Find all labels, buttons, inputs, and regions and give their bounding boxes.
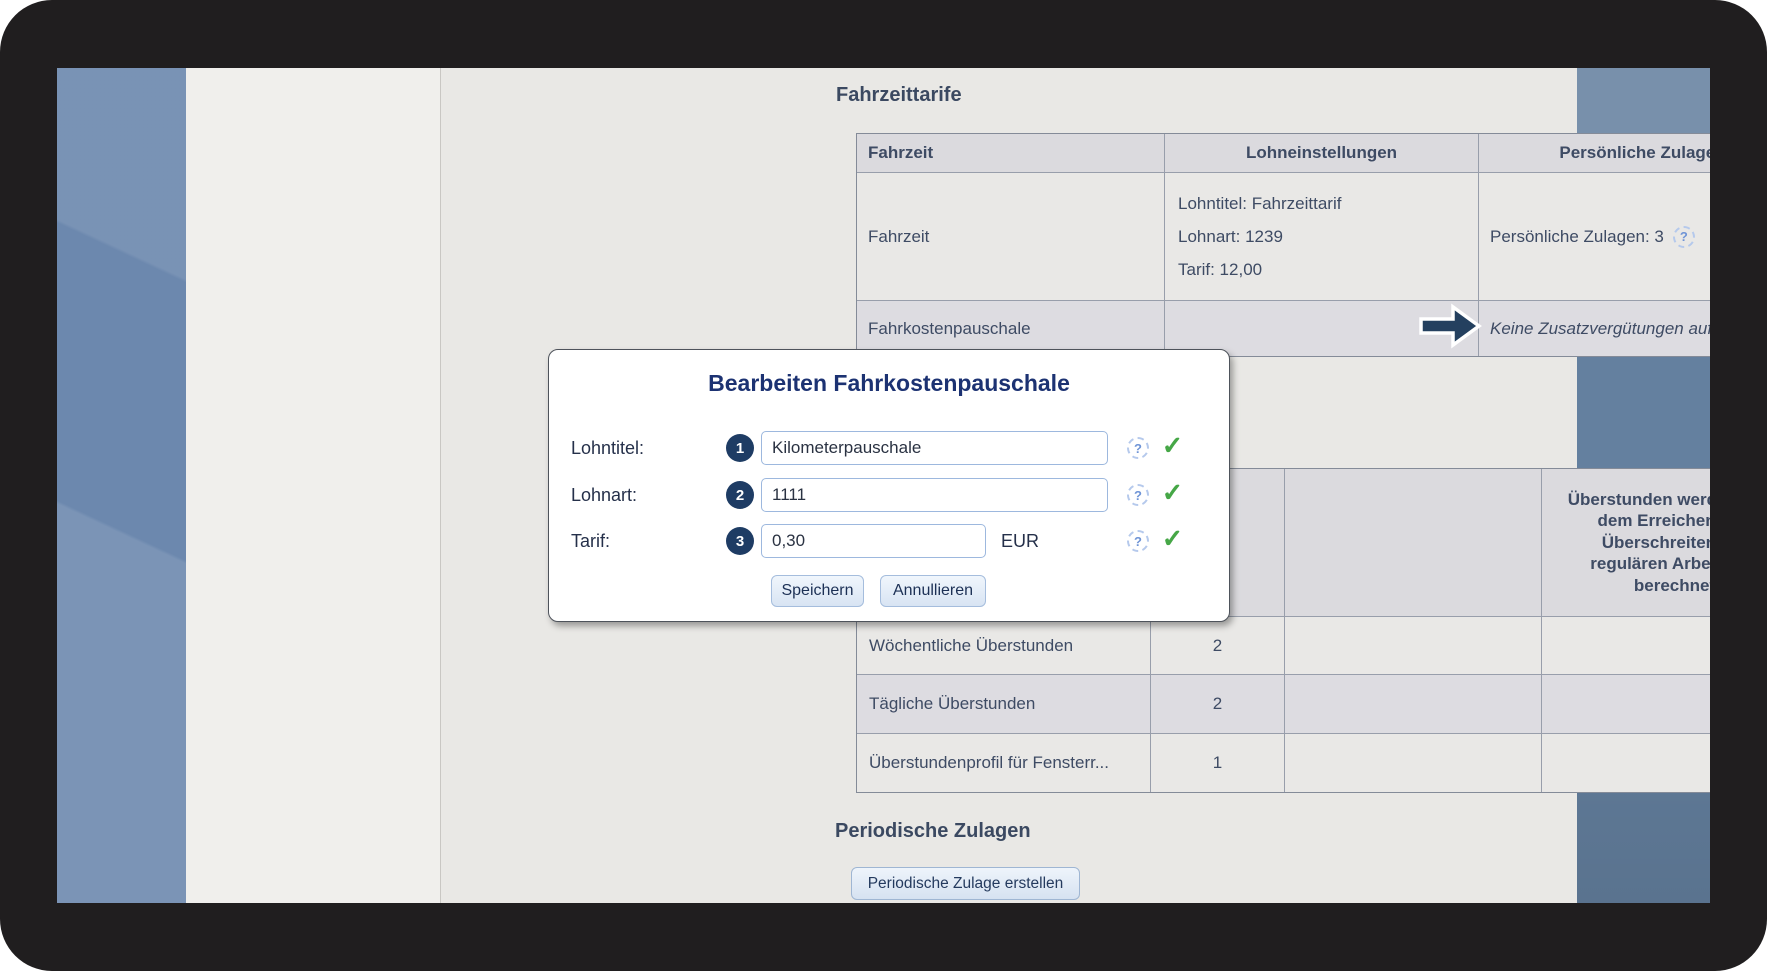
lohntitel-input[interactable]: [761, 431, 1108, 465]
annotation-arrow-icon: [1419, 303, 1482, 349]
help-icon[interactable]: ?: [1127, 484, 1149, 506]
column-header-overtime-rule: Überstunden werden nach dem Erreichen un…: [1542, 469, 1710, 617]
sidebar-strip: [186, 68, 441, 903]
column-header: Fahrzeit: [857, 134, 1165, 173]
cell-count: 1: [1151, 734, 1285, 792]
cell-fahrzeit-name: Fahrzeit: [857, 173, 1165, 301]
column-header: Lohneinstellungen: [1165, 134, 1479, 173]
lohnart-label: Lohnart:: [571, 485, 638, 505]
cell-empty: [1285, 675, 1542, 734]
cell-empty: [1542, 617, 1710, 675]
save-button[interactable]: Speichern: [771, 575, 864, 607]
cell-profile-name: Überstundenprofil für Fensterr...: [857, 734, 1151, 792]
cell-empty: [1542, 675, 1710, 734]
cell-fahrkostenpauschale-name: Fahrkostenpauschale: [857, 301, 1165, 356]
cell-profile-name: Tägliche Überstunden: [857, 675, 1151, 734]
lohnart-line: Lohnart: 1239: [1178, 227, 1283, 246]
fahrzeittarife-table: Fahrzeit Lohneinstellungen Persönliche Z…: [856, 133, 1710, 357]
tarif-label: Tarif:: [571, 531, 611, 551]
edit-fahrkostenpauschale-modal: Bearbeiten Fahrkostenpauschale Lohntitel…: [548, 349, 1230, 622]
cell-empty: [1542, 734, 1710, 792]
step-badge-1: 1: [726, 434, 754, 462]
lohntitel-label: Lohntitel:: [571, 438, 645, 458]
help-icon[interactable]: ?: [1127, 530, 1149, 552]
tarif-line: Tarif: 12,00: [1178, 260, 1263, 279]
cell-lohneinstellungen: Lohntitel: Fahrzeittarif Lohnart: 1239 T…: [1165, 173, 1479, 301]
cell-zulagen-note: Keine Zusatzvergütungen auferlegt: [1479, 301, 1710, 356]
zulagen-count-text: Persönliche Zulagen: 3: [1490, 226, 1664, 246]
step-badge-3: 3: [726, 527, 754, 555]
cell-count: 2: [1151, 617, 1285, 675]
help-icon[interactable]: ?: [1127, 437, 1149, 459]
valid-check-icon: ✓: [1161, 432, 1183, 460]
column-header: Persönliche Zulagen: [1479, 134, 1710, 173]
desktop-background-left: [57, 68, 186, 903]
cell-count: 2: [1151, 675, 1285, 734]
valid-check-icon: ✓: [1161, 525, 1183, 553]
create-periodic-bonus-button[interactable]: Periodische Zulage erstellen: [851, 867, 1080, 900]
lohntitel-line: Lohntitel: Fahrzeittarif: [1178, 194, 1342, 213]
section-heading-periodische-zulagen: Periodische Zulagen: [835, 820, 1031, 842]
screenshot-stage: Fahrzeittarife Fahrzeit Lohneinstellunge…: [0, 0, 1767, 971]
cancel-button[interactable]: Annullieren: [880, 575, 986, 607]
step-badge-2: 2: [726, 481, 754, 509]
tarif-input[interactable]: [761, 524, 986, 558]
cell-persoenliche-zulagen: Persönliche Zulagen: 3 ?: [1479, 173, 1710, 301]
lohnart-input[interactable]: [761, 478, 1108, 512]
valid-check-icon: ✓: [1161, 479, 1183, 507]
cell-empty: [1285, 617, 1542, 675]
currency-unit-label: EUR: [1001, 531, 1040, 551]
cell-profile-name: Wöchentliche Überstunden: [857, 617, 1151, 675]
modal-title: Bearbeiten Fahrkostenpauschale: [708, 370, 1070, 396]
cell-empty: [1285, 734, 1542, 792]
help-icon[interactable]: ?: [1672, 225, 1695, 248]
column-header: [1285, 469, 1542, 617]
section-heading-fahrzeittarife: Fahrzeittarife: [836, 84, 962, 106]
